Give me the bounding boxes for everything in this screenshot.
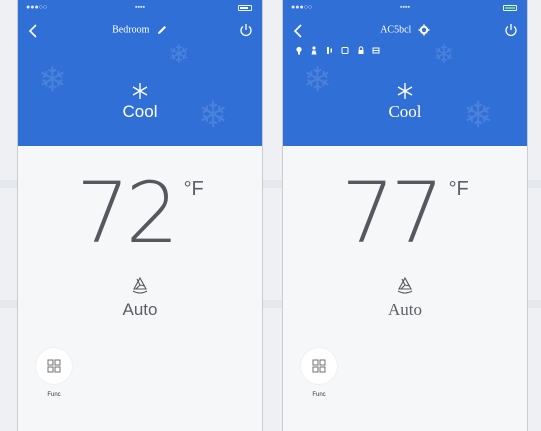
snowflake-watermark-icon: ❄ — [433, 40, 455, 70]
clock-icon: ▪▪▪▪ — [135, 4, 145, 11]
phone-screen-right: ❄ ❄ ❄ ●●●○○ ▪▪▪▪ AC5bcl Cool 77 °F Auto … — [282, 0, 528, 431]
grid-icon — [47, 359, 61, 373]
temperature-unit: °F — [183, 178, 204, 200]
device-name: AC5bcl — [380, 24, 412, 36]
fan-icon — [397, 276, 413, 294]
edit-pencil-icon[interactable] — [156, 24, 168, 36]
fan-speed-selector[interactable]: Auto — [18, 274, 262, 320]
mode-label: Cool — [388, 102, 422, 121]
fan-speed-selector[interactable]: Auto — [283, 274, 527, 320]
status-bar: ●●●○○ ▪▪▪▪ — [18, 0, 262, 16]
device-title: AC5bcl — [283, 24, 527, 36]
function-label: Func — [312, 392, 326, 398]
device-name: Bedroom — [112, 24, 150, 36]
temperature-value: 77 — [341, 164, 444, 262]
lock-icon — [358, 46, 364, 54]
snowflake-icon — [132, 83, 148, 99]
snowflake-watermark-icon: ❄ — [168, 40, 190, 70]
temperature-display[interactable]: 72 °F — [18, 168, 262, 268]
function-button[interactable] — [36, 348, 72, 384]
temperature-display[interactable]: 77 °F — [283, 168, 527, 268]
nav-bar: AC5bcl — [283, 20, 527, 44]
airflow-icon — [326, 47, 332, 54]
battery-icon — [503, 5, 517, 11]
status-bar: ●●●○○ ▪▪▪▪ — [283, 0, 527, 16]
fan-icon — [132, 276, 148, 294]
battery-icon — [238, 5, 252, 11]
fan-label: Auto — [122, 300, 158, 319]
snowflake-icon — [397, 83, 413, 99]
bulb-icon — [296, 46, 302, 55]
function-button[interactable] — [301, 348, 337, 384]
nav-bar: Bedroom — [18, 20, 262, 44]
mode-label: Cool — [122, 102, 158, 121]
function-label: Func — [47, 392, 61, 398]
power-icon[interactable] — [238, 22, 254, 38]
settings-gear-icon[interactable] — [418, 24, 430, 36]
mode-selector[interactable]: Cool — [18, 82, 262, 122]
grid-icon — [312, 359, 326, 373]
app-header: ❄ ❄ ❄ ●●●○○ ▪▪▪▪ Bedroom Cool — [18, 0, 262, 146]
person-icon — [311, 46, 317, 55]
display-icon — [372, 47, 380, 54]
function-menu: Func — [299, 348, 339, 398]
clock-icon: ▪▪▪▪ — [400, 4, 410, 11]
temperature-unit: °F — [448, 178, 469, 200]
function-menu: Func — [34, 348, 74, 398]
power-icon[interactable] — [503, 22, 519, 38]
device-status-icons — [295, 46, 383, 56]
phone-screen-left: ❄ ❄ ❄ ●●●○○ ▪▪▪▪ Bedroom Cool 72 °F Auto… — [17, 0, 263, 431]
mode-selector[interactable]: Cool — [283, 82, 527, 122]
device-title: Bedroom — [18, 24, 262, 36]
app-header: ❄ ❄ ❄ ●●●○○ ▪▪▪▪ AC5bcl Cool — [283, 0, 527, 146]
temperature-value: 72 — [76, 164, 179, 262]
fan-label: Auto — [388, 300, 422, 319]
timer-icon — [341, 47, 349, 54]
